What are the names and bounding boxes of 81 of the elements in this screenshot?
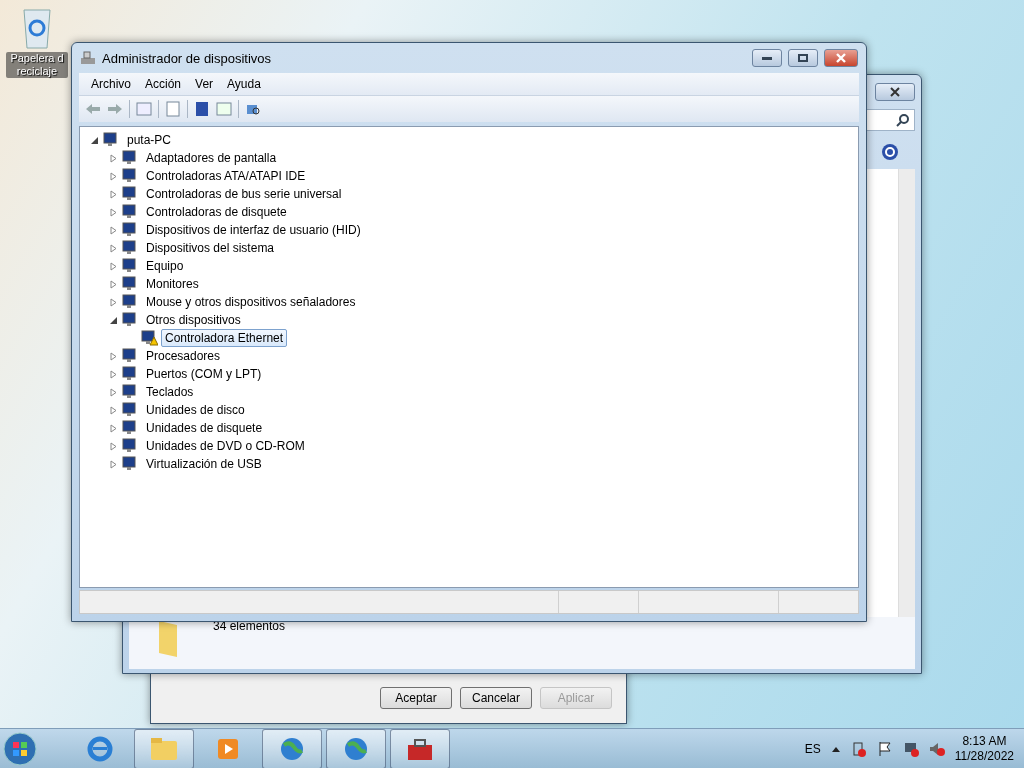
tree-item[interactable]: Procesadores <box>142 347 225 365</box>
dialog-button[interactable]: Aceptar <box>380 687 452 709</box>
taskbar-button[interactable] <box>326 729 386 768</box>
taskbar-button[interactable] <box>262 729 322 768</box>
expand-arrow-icon[interactable] <box>109 297 118 307</box>
globe-icon <box>278 735 306 763</box>
expand-arrow-icon[interactable] <box>109 459 118 469</box>
folder-icon <box>149 736 179 762</box>
expand-arrow-icon[interactable] <box>109 351 118 361</box>
search-icon <box>896 113 910 127</box>
expand-arrow-icon[interactable] <box>109 261 118 271</box>
tree-item[interactable]: Puertos (COM y LPT) <box>142 365 266 383</box>
globe-icon <box>342 735 370 763</box>
tree-item[interactable]: Dispositivos de interfaz de usuario (HID) <box>142 221 365 239</box>
search-field[interactable] <box>865 109 915 131</box>
tree-item[interactable]: Teclados <box>142 383 198 401</box>
tree-item[interactable]: puta-PC <box>123 131 176 149</box>
tree-item[interactable]: Controladoras de bus serie universal <box>142 185 346 203</box>
expand-arrow-icon[interactable] <box>109 207 118 217</box>
expand-arrow-icon[interactable] <box>109 243 118 253</box>
tree-item[interactable]: Unidades de disco <box>142 401 249 419</box>
expand-arrow-icon[interactable] <box>109 153 118 163</box>
maximize-button[interactable] <box>788 49 818 67</box>
menu-item[interactable]: Archivo <box>85 77 137 91</box>
expand-arrow-icon[interactable] <box>109 405 118 415</box>
properties-icon[interactable] <box>165 101 181 117</box>
power-error-icon[interactable] <box>850 741 867 757</box>
maximize-icon <box>798 54 808 62</box>
minimize-icon <box>762 55 772 61</box>
close-icon <box>835 53 847 63</box>
speaker-muted-icon[interactable] <box>928 741 945 757</box>
expand-arrow-icon[interactable] <box>109 423 118 433</box>
up-arrow-icon[interactable] <box>830 745 841 753</box>
flag-icon[interactable] <box>876 741 893 757</box>
expand-arrow-icon[interactable] <box>109 441 118 451</box>
expand-arrow-icon[interactable] <box>109 387 118 397</box>
tree-item[interactable]: Equipo <box>142 257 188 275</box>
recycle-bin-icon[interactable] <box>20 6 54 50</box>
close-icon <box>889 87 901 97</box>
expand-arrow-icon[interactable] <box>109 279 118 289</box>
media-player-icon <box>215 736 241 762</box>
browser-e-icon <box>85 734 115 764</box>
forward-arrow-icon[interactable] <box>107 101 123 117</box>
taskbar-button[interactable] <box>134 729 194 768</box>
back-arrow-icon[interactable] <box>85 101 101 117</box>
expand-arrow-icon[interactable] <box>109 225 118 235</box>
start-button-icon[interactable] <box>0 731 40 767</box>
device-manager-icon <box>80 50 96 66</box>
network-error-icon[interactable] <box>902 741 919 757</box>
dialog-button[interactable]: Cancelar <box>460 687 532 709</box>
tree-item[interactable]: Monitores <box>142 275 203 293</box>
window-title: Administrador de dispositivos <box>102 50 273 66</box>
close-button[interactable] <box>875 83 915 101</box>
panel-icon[interactable] <box>216 101 232 117</box>
taskbar-button[interactable] <box>390 729 450 768</box>
collapse-arrow-icon[interactable] <box>90 135 99 145</box>
tree-item[interactable]: Unidades de disquete <box>142 419 267 437</box>
desktop-icon-label[interactable]: Papelera d reciclaje <box>6 52 68 78</box>
tree-item[interactable]: Controladoras de disquete <box>142 203 291 221</box>
expand-arrow-icon[interactable] <box>109 369 118 379</box>
tree-item[interactable]: Controladora Ethernet <box>161 329 288 347</box>
tree-item[interactable]: Unidades de DVD o CD-ROM <box>142 437 309 455</box>
close-button[interactable] <box>824 49 858 67</box>
minimize-button[interactable] <box>752 49 782 67</box>
scrollbar[interactable] <box>898 169 915 617</box>
tree-item[interactable]: Mouse y otros dispositivos señaladores <box>142 293 360 311</box>
tree-item[interactable]: Otros dispositivos <box>142 311 245 329</box>
collapse-arrow-icon[interactable] <box>109 315 118 325</box>
tree-item[interactable]: Adaptadores de pantalla <box>142 149 281 167</box>
menu-item[interactable]: Ayuda <box>221 77 267 91</box>
expand-arrow-icon[interactable] <box>109 189 118 199</box>
language-indicator[interactable]: ES <box>804 742 821 756</box>
toolbox-icon <box>405 736 435 762</box>
clock[interactable]: 8:13 AM 11/28/2022 <box>954 734 1014 764</box>
tree-item[interactable]: Controladoras ATA/ATAPI IDE <box>142 167 310 185</box>
tree-item[interactable]: Virtualización de USB <box>142 455 266 473</box>
menu-item[interactable]: Ver <box>189 77 220 91</box>
menu-item[interactable]: Acción <box>139 77 188 91</box>
expand-arrow-icon[interactable] <box>109 171 118 181</box>
tree-item[interactable]: Dispositivos del sistema <box>142 239 279 257</box>
panel-icon[interactable] <box>136 101 152 117</box>
